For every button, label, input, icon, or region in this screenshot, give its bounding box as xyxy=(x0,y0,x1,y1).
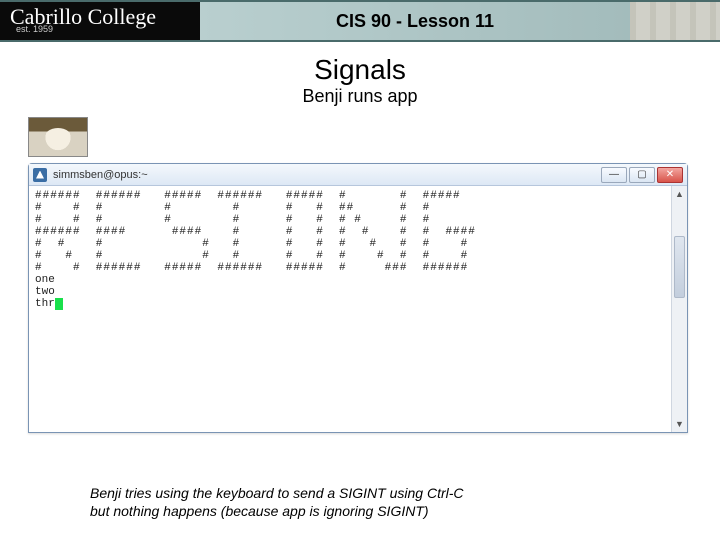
term-line-3: thr xyxy=(35,298,55,310)
maximize-button[interactable]: ▢ xyxy=(629,167,655,183)
scroll-down-icon[interactable]: ▼ xyxy=(672,416,687,432)
header-band: Cabrillo College est. 1959 CIS 90 - Less… xyxy=(0,0,720,42)
term-line-2: two xyxy=(35,286,55,298)
ascii-art: ###### ###### ##### ###### ##### # # ###… xyxy=(29,186,687,274)
terminal-lines: one two thr xyxy=(29,274,687,310)
terminal-window: simmsben@opus:~ — ▢ ✕ ###### ###### ####… xyxy=(28,163,688,433)
slide-subheading: Benji runs app xyxy=(20,86,700,107)
benji-photo xyxy=(28,117,88,157)
slide-caption: Benji tries using the keyboard to send a… xyxy=(90,485,630,520)
term-line-1: one xyxy=(35,274,55,286)
college-logo: Cabrillo College est. 1959 xyxy=(0,2,200,40)
close-button[interactable]: ✕ xyxy=(657,167,683,183)
scroll-up-icon[interactable]: ▲ xyxy=(672,186,687,202)
vertical-scrollbar[interactable]: ▲ ▼ xyxy=(671,186,687,432)
window-title: simmsben@opus:~ xyxy=(53,169,601,181)
caption-line-2: but nothing happens (because app is igno… xyxy=(90,503,429,519)
window-app-icon xyxy=(33,168,47,182)
logo-est: est. 1959 xyxy=(16,24,200,34)
cursor-block xyxy=(55,298,63,310)
caption-line-1: Benji tries using the keyboard to send a… xyxy=(90,485,464,501)
slide-heading: Signals xyxy=(20,54,700,86)
header-photo xyxy=(630,2,720,40)
window-titlebar[interactable]: simmsben@opus:~ — ▢ ✕ xyxy=(29,164,687,186)
terminal-body[interactable]: ###### ###### ##### ###### ##### # # ###… xyxy=(29,186,687,432)
minimize-button[interactable]: — xyxy=(601,167,627,183)
course-title: CIS 90 - Lesson 11 xyxy=(200,2,630,40)
